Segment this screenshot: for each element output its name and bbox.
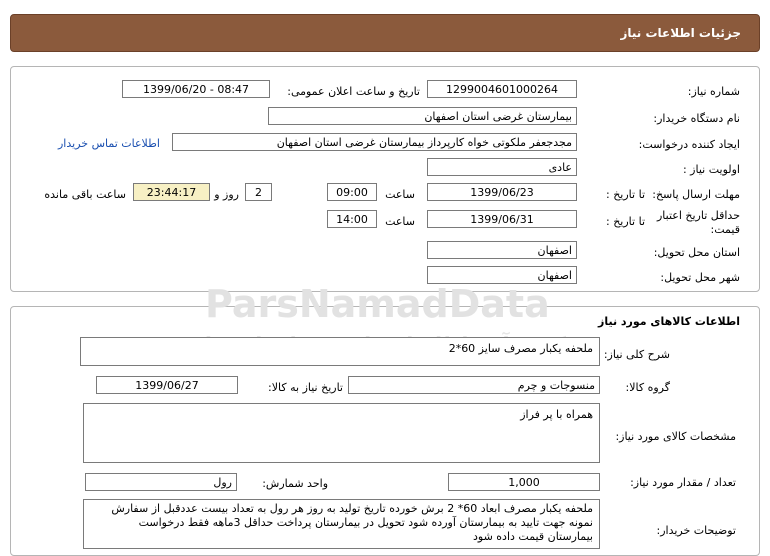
contact-buyer-link[interactable]: اطلاعات تماس خریدار bbox=[58, 137, 160, 150]
announce-label: تاریخ و ساعت اعلان عمومی: bbox=[287, 85, 420, 98]
city-label: شهر محل تحویل: bbox=[660, 271, 740, 284]
deadline-label: مهلت ارسال پاسخ: bbox=[652, 188, 740, 201]
province-label: استان محل تحویل: bbox=[653, 246, 740, 259]
goods-section-title: اطلاعات کالاهای مورد نیاز bbox=[598, 315, 740, 328]
goods-group-label: گروه کالا: bbox=[625, 381, 670, 394]
buyer-org-field: بیمارستان غرضی استان اصفهان bbox=[268, 107, 577, 125]
priority-label: اولویت نیاز : bbox=[682, 163, 740, 176]
validity-until-label: تا تاریخ : bbox=[606, 215, 645, 228]
summary-field: ملحفه یکبار مصرف سایز 60*2 bbox=[80, 337, 600, 366]
province-field: اصفهان bbox=[427, 241, 577, 259]
need-date-field: 1399/06/27 bbox=[96, 376, 238, 394]
remaining-time-field: 23:44:17 bbox=[133, 183, 210, 201]
city-field: اصفهان bbox=[427, 266, 577, 284]
need-number-label: شماره نیاز: bbox=[687, 85, 740, 98]
qty-field: 1,000 bbox=[448, 473, 600, 491]
page-title: جزئیات اطلاعات نیاز bbox=[620, 26, 741, 40]
need-number-field: 1299004601000264 bbox=[427, 80, 577, 98]
creator-field: مجدجعفر ملکوتی خواه کارپرداز بیمارستان غ… bbox=[172, 133, 577, 151]
goods-group-field: منسوجات و چرم bbox=[348, 376, 600, 394]
need-date-label: تاریخ نیاز به کالا: bbox=[268, 381, 343, 394]
deadline-until-label: تا تاریخ : bbox=[606, 188, 645, 201]
specs-field: همراه با پر فراز bbox=[83, 403, 600, 463]
validity-label: حداقل تاریخ اعتبار قیمت: bbox=[656, 209, 740, 236]
creator-label: ایجاد کننده درخواست: bbox=[638, 138, 740, 151]
qty-label: تعداد / مقدار مورد نیاز: bbox=[630, 476, 736, 489]
unit-field: رول bbox=[85, 473, 237, 491]
summary-label: شرح کلی نیاز: bbox=[603, 348, 670, 361]
days-remaining-field: 2 bbox=[245, 183, 272, 201]
deadline-time-label: ساعت bbox=[385, 188, 415, 201]
buyer-org-label: نام دستگاه خریدار: bbox=[653, 112, 740, 125]
remaining-label: ساعت باقی مانده bbox=[44, 188, 126, 201]
specs-label: مشخصات کالای مورد نیاز: bbox=[615, 430, 736, 443]
buyer-notes-label: توضیحات خریدار: bbox=[656, 524, 737, 537]
validity-date-field: 1399/06/31 bbox=[427, 210, 577, 228]
page-header: جزئیات اطلاعات نیاز bbox=[10, 14, 760, 52]
announce-field: 1399/06/20 - 08:47 bbox=[122, 80, 270, 98]
deadline-date-field: 1399/06/23 bbox=[427, 183, 577, 201]
unit-label: واحد شمارش: bbox=[262, 477, 328, 490]
priority-field: عادی bbox=[427, 158, 577, 176]
buyer-notes-field: ملحفه یکبار مصرف ابعاد 60* 2 برش خورده ت… bbox=[83, 499, 600, 549]
validity-time-field: 14:00 bbox=[327, 210, 377, 228]
validity-time-label: ساعت bbox=[385, 215, 415, 228]
deadline-time-field: 09:00 bbox=[327, 183, 377, 201]
days-label: روز و bbox=[214, 188, 239, 201]
need-info-panel bbox=[10, 66, 760, 292]
